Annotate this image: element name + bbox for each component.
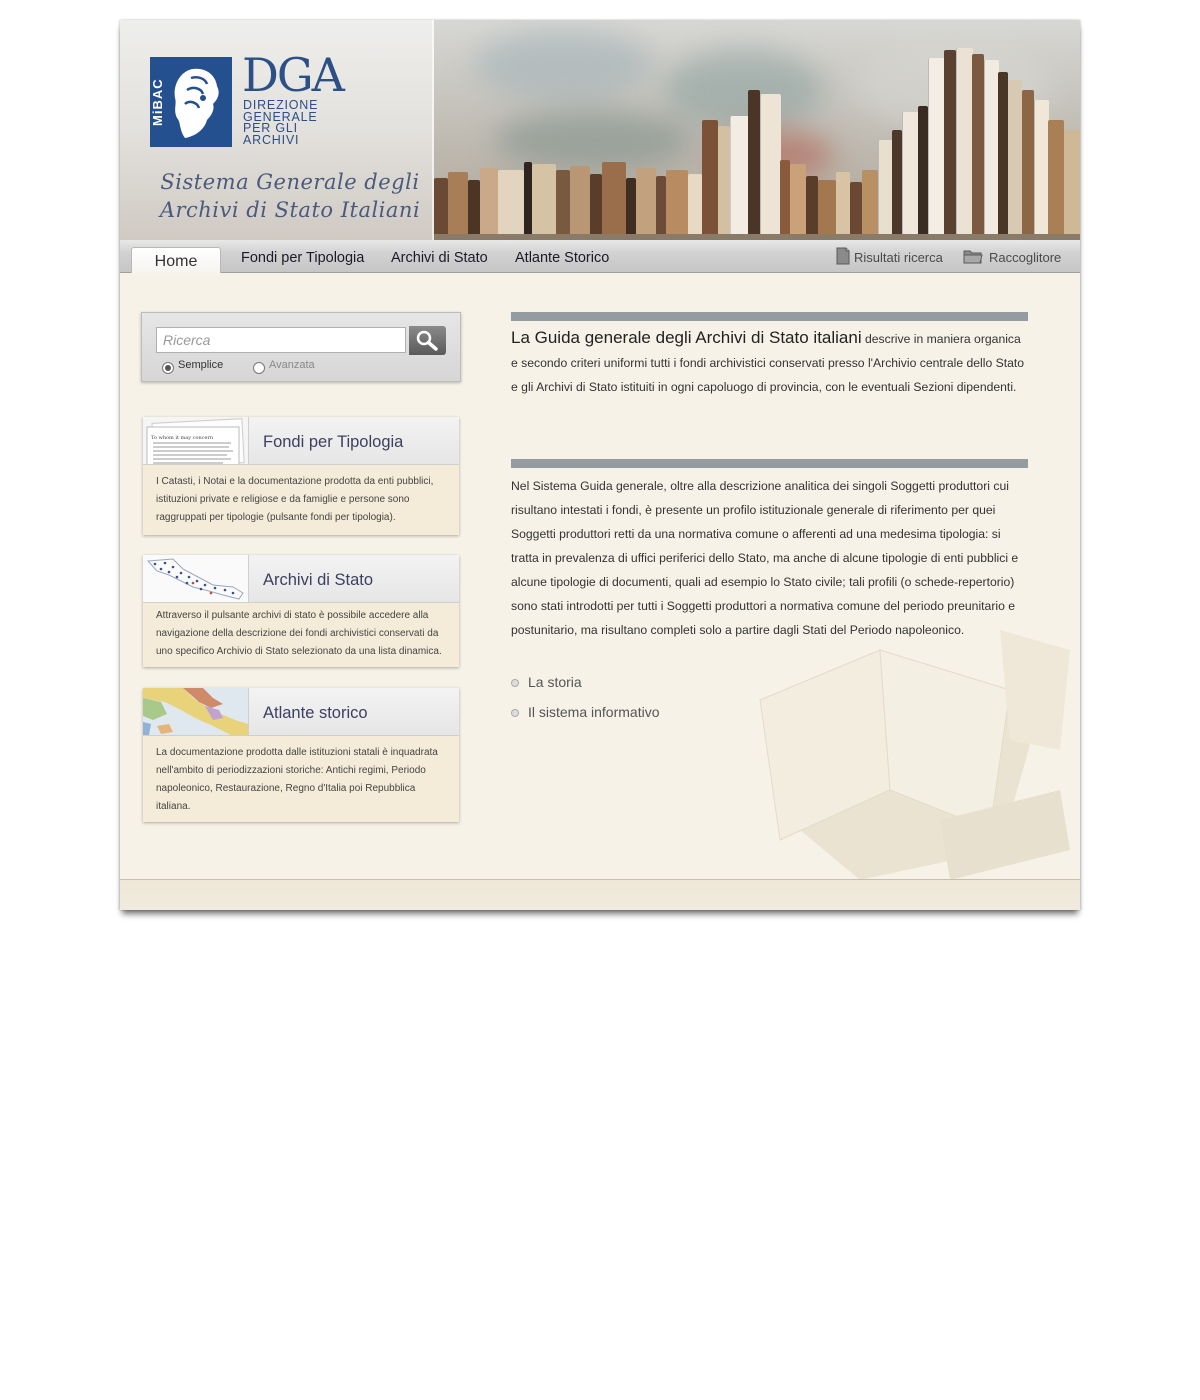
risultati-ricerca-link[interactable]: Risultati ricerca [854, 250, 943, 265]
document-icon[interactable] [836, 247, 850, 265]
card-header: To whom it may concern Fondi per Tipolog… [143, 417, 459, 465]
card-thumb-documents: To whom it may concern [143, 417, 249, 464]
card-description: La documentazione prodotta dalle istituz… [156, 747, 438, 812]
section-divider-bar [511, 459, 1028, 468]
card-atlante-storico[interactable]: Atlante storico La documentazione prodot… [143, 688, 459, 822]
card-fondi-per-tipologia[interactable]: To whom it may concern Fondi per Tipolog… [143, 417, 459, 535]
card-description: I Catasti, i Notai e la documentazione p… [156, 476, 434, 523]
card-header: Archivi di Stato [143, 555, 459, 603]
folder-icon[interactable] [963, 249, 983, 264]
card-title[interactable]: Archivi di Stato [263, 571, 373, 590]
bullet-icon [511, 709, 519, 717]
tab-atlante-storico[interactable]: Atlante Storico [515, 250, 609, 266]
raccoglitore-link[interactable]: Raccoglitore [989, 250, 1061, 265]
site-title-line1: Sistema Generale degli [160, 170, 420, 194]
radio-semplice[interactable] [162, 362, 174, 374]
link-la-storia[interactable]: La storia [528, 674, 582, 690]
site-title-line2: Archivi di Stato Italiani [159, 198, 421, 222]
footer [120, 879, 1080, 910]
card-description: Attraverso il pulsante archivi di stato … [156, 610, 442, 657]
card-title[interactable]: Atlante storico [263, 704, 368, 723]
description-paragraph: Nel Sistema Guida generale, oltre alla d… [511, 479, 1019, 637]
main-nav: Home Fondi per Tipologia Archivi di Stat… [120, 240, 1080, 273]
italy-dots-map-image [143, 555, 248, 602]
radio-avanzata-label: Avanzata [269, 359, 315, 371]
site-container: MiBAC DGA DIREZIONE GENERALE PER GLI ARC… [120, 20, 1080, 910]
statue-head-icon [174, 68, 219, 138]
search-panel: Semplice Avanzata [141, 312, 461, 382]
documents-image: To whom it may concern [146, 418, 245, 464]
radio-avanzata[interactable] [253, 362, 265, 374]
link-il-sistema-informativo[interactable]: Il sistema informativo [528, 704, 659, 720]
historical-map-image [143, 688, 248, 735]
tab-home[interactable]: Home [131, 247, 221, 273]
tab-fondi-per-tipologia[interactable]: Fondi per Tipologia [241, 250, 364, 266]
intro-lead: La Guida generale degli Archivi di Stato… [511, 328, 862, 347]
search-button[interactable] [409, 326, 446, 355]
site-title: Sistema Generale degli Archivi di Stato … [150, 168, 430, 224]
section-divider-bar [511, 312, 1028, 321]
header-banner: MiBAC DGA DIREZIONE GENERALE PER GLI ARC… [120, 20, 1080, 240]
bullet-icon [511, 679, 519, 687]
card-thumb-historical-map [143, 688, 249, 735]
radio-semplice-label: Semplice [178, 359, 224, 371]
magnifier-icon [416, 330, 438, 351]
dga-logo-text: DGA [242, 48, 345, 102]
intro-paragraph: La Guida generale degli Archivi di Stato… [511, 326, 1028, 399]
books-photo [434, 20, 1080, 240]
card-thumb-text: To whom it may concern [151, 435, 214, 441]
dga-subtitle: DIREZIONE GENERALE PER GLI ARCHIVI [243, 98, 319, 147]
card-title[interactable]: Fondi per Tipologia [263, 433, 403, 452]
tab-archivi-di-stato[interactable]: Archivi di Stato [391, 250, 488, 266]
mibac-logo-text: MiBAC [150, 78, 165, 126]
card-thumb-italy-map [143, 555, 249, 602]
card-archivi-di-stato[interactable]: Archivi di Stato Attraverso il pulsante … [143, 555, 459, 667]
card-header: Atlante storico [143, 688, 459, 736]
search-input[interactable] [156, 327, 406, 353]
